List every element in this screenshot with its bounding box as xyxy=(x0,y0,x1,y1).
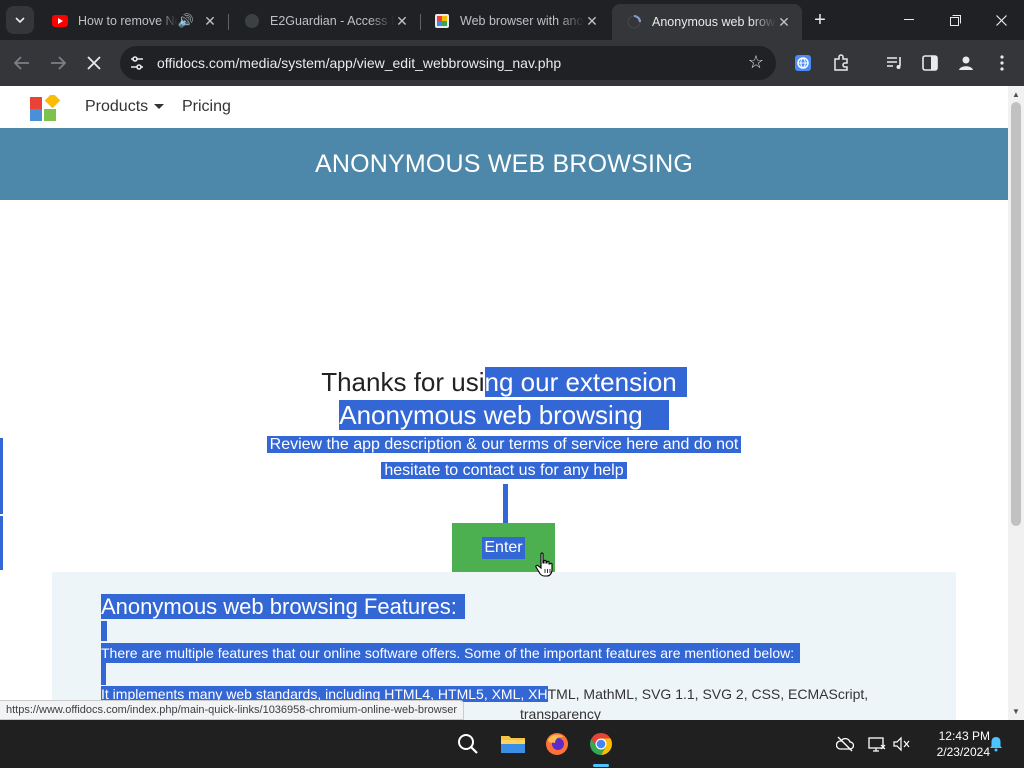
page-viewport: Products Pricing ANONYMOUS WEB BROWSING … xyxy=(0,86,1024,720)
tab-title: Web browser with ano xyxy=(460,14,584,28)
nav-products-label: Products xyxy=(85,98,149,115)
features-title-text: Anonymous web browsing Features: xyxy=(101,594,465,619)
windows-taskbar: 12:43 PM 2/23/2024 xyxy=(0,720,1024,768)
side-panel-icon[interactable] xyxy=(919,52,941,74)
page-title: ANONYMOUS WEB BROWSING xyxy=(314,149,694,178)
description-line-1: Review the app description & our terms o… xyxy=(0,432,1008,458)
feature-list-item-continued: transparency xyxy=(520,706,601,720)
selection-edge-marker xyxy=(0,516,3,570)
active-app-indicator xyxy=(593,764,609,767)
features-section: Anonymous web browsing Features: There a… xyxy=(52,572,956,720)
hand-pointer-cursor-icon xyxy=(535,552,553,577)
enter-button-label: Enter xyxy=(482,536,525,559)
description-line-2: hesitate to contact us for any help xyxy=(0,458,1008,484)
notification-bell-icon[interactable] xyxy=(988,736,1004,752)
selection-bar xyxy=(101,663,106,685)
selection-edge-marker xyxy=(0,438,3,514)
forward-button[interactable] xyxy=(46,51,70,75)
back-button[interactable] xyxy=(10,51,34,75)
taskbar-chrome[interactable] xyxy=(585,728,617,760)
scrollbar-thumb[interactable] xyxy=(1011,102,1021,526)
app-name-heading: Anonymous web browsing xyxy=(0,399,1008,432)
close-icon xyxy=(995,14,1007,26)
thanks-text-selected: ng our extension xyxy=(484,367,687,397)
selection-bar xyxy=(101,621,107,641)
minimize-icon xyxy=(904,19,914,20)
profile-avatar-icon[interactable] xyxy=(955,52,977,74)
system-clock[interactable]: 12:43 PM 2/23/2024 xyxy=(920,728,990,760)
description-text: Review the app description & our terms o… xyxy=(266,436,742,453)
folder-icon xyxy=(501,736,525,753)
arrow-left-icon xyxy=(14,56,29,70)
offidocs-logo[interactable] xyxy=(30,95,60,123)
tab-e2guardian[interactable]: E2Guardian - Access D ✕ xyxy=(230,6,420,36)
restore-button[interactable] xyxy=(932,0,978,40)
site-header: Products Pricing xyxy=(0,86,1008,128)
scroll-down-arrow-icon[interactable]: ▼ xyxy=(1012,707,1020,716)
speaker-icon[interactable]: 🔊 xyxy=(178,13,194,29)
tab-divider xyxy=(228,14,229,30)
tab-web-browser[interactable]: Web browser with ano ✕ xyxy=(420,6,610,36)
taskbar-firefox[interactable] xyxy=(541,728,573,760)
features-intro: There are multiple features that our onl… xyxy=(101,643,806,663)
site-settings-icon[interactable] xyxy=(128,54,146,72)
close-tab-icon[interactable]: ✕ xyxy=(776,14,792,30)
restore-icon xyxy=(949,14,961,26)
chrome-icon xyxy=(590,733,612,755)
scroll-up-arrow-icon[interactable]: ▲ xyxy=(1012,90,1020,99)
url-text[interactable]: offidocs.com/media/system/app/view_edit_… xyxy=(157,55,561,71)
tab-strip: How to remove Ne 🔊 ✕ E2Guardian - Access… xyxy=(0,0,1024,40)
caret-down-icon xyxy=(154,104,165,110)
vertical-scrollbar[interactable]: ▲ ▼ xyxy=(1008,86,1024,720)
thanks-text-plain: Thanks for usi xyxy=(321,367,485,397)
vpn-extension-icon[interactable] xyxy=(792,52,814,74)
address-bar[interactable]: offidocs.com/media/system/app/view_edit_… xyxy=(120,46,776,80)
new-tab-button[interactable]: + xyxy=(808,8,832,32)
nav-products-dropdown[interactable]: Products xyxy=(85,98,165,116)
features-title: Anonymous web browsing Features: xyxy=(101,592,465,621)
tab-title: Anonymous web brow xyxy=(652,15,775,29)
tab-title: E2Guardian - Access D xyxy=(270,14,394,28)
media-control-icon[interactable] xyxy=(884,52,906,74)
bookmark-star-icon[interactable]: ☆ xyxy=(748,52,764,73)
arrow-right-icon xyxy=(51,56,66,70)
extensions-puzzle-icon[interactable] xyxy=(830,52,852,74)
minimize-button[interactable] xyxy=(886,0,932,40)
clock-time: 12:43 PM xyxy=(938,729,990,743)
feature-text-rest: TML, MathML, SVG 1.1, SVG 2, CSS, ECMASc… xyxy=(547,686,869,702)
page-banner: ANONYMOUS WEB BROWSING xyxy=(0,128,1008,200)
stop-loading-button[interactable] xyxy=(82,51,106,75)
description-text: hesitate to contact us for any help xyxy=(381,462,627,479)
link-status-bubble: https://www.offidocs.com/index.php/main-… xyxy=(0,700,464,720)
features-intro-text: There are multiple features that our onl… xyxy=(101,643,801,663)
browser-toolbar: offidocs.com/media/system/app/view_edit_… xyxy=(0,40,1024,86)
youtube-icon xyxy=(52,13,68,29)
globe-icon xyxy=(244,13,260,29)
chevron-down-icon xyxy=(15,17,25,23)
close-icon xyxy=(87,56,101,70)
app-name-text: Anonymous web browsing xyxy=(339,400,669,430)
offidocs-favicon-icon xyxy=(434,13,450,29)
tab-title: How to remove Ne xyxy=(78,14,178,28)
thanks-heading: Thanks for using our extension xyxy=(0,366,1008,399)
loading-spinner-icon xyxy=(626,14,642,30)
volume-muted-icon[interactable] xyxy=(893,736,911,752)
taskbar-search-button[interactable] xyxy=(452,728,484,760)
firefox-icon xyxy=(546,733,568,755)
search-icon xyxy=(458,734,478,754)
tab-anonymous-active[interactable]: Anonymous web brow ✕ xyxy=(612,4,802,40)
close-tab-icon[interactable]: ✕ xyxy=(202,13,218,29)
nav-pricing-link[interactable]: Pricing xyxy=(182,98,231,116)
close-window-button[interactable] xyxy=(978,0,1024,40)
tab-youtube[interactable]: How to remove Ne 🔊 ✕ xyxy=(38,6,228,36)
cloud-offline-icon[interactable] xyxy=(836,736,854,752)
close-tab-icon[interactable]: ✕ xyxy=(394,13,410,29)
clock-date: 2/23/2024 xyxy=(936,745,990,759)
close-tab-icon[interactable]: ✕ xyxy=(584,13,600,29)
taskbar-file-explorer[interactable] xyxy=(497,728,529,760)
tab-search-button[interactable] xyxy=(6,6,34,34)
network-icon[interactable] xyxy=(868,736,886,752)
selection-bar xyxy=(503,484,508,524)
more-menu-icon[interactable] xyxy=(991,52,1013,74)
